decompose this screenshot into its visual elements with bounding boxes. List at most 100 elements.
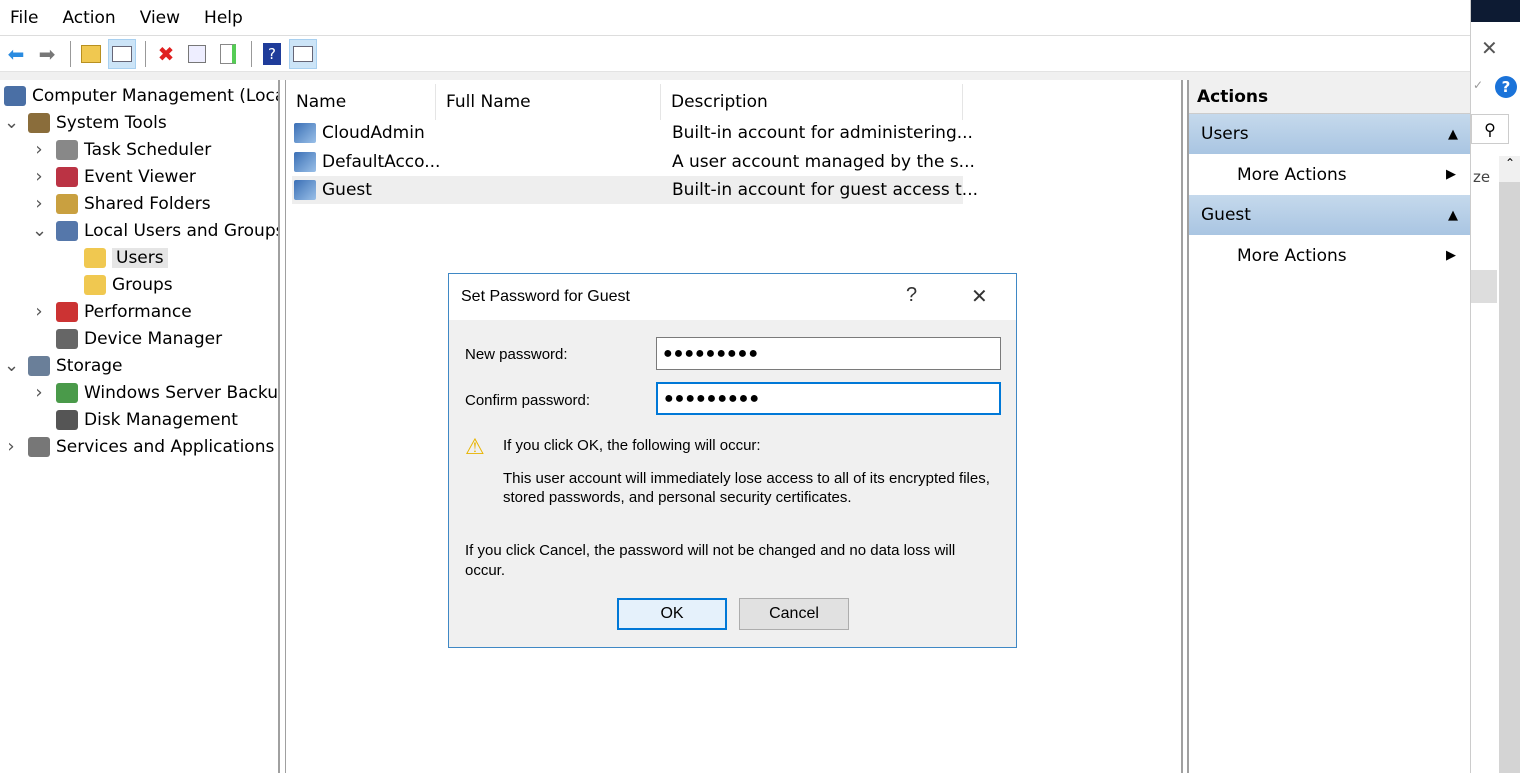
column-header-name[interactable]: Name (286, 84, 436, 120)
user-name: CloudAdmin (322, 123, 425, 143)
properties-icon[interactable] (183, 39, 211, 69)
tree-item-device-manager[interactable]: Device Manager (32, 325, 222, 352)
more-actions-users[interactable]: More Actions ▶ (1189, 154, 1470, 195)
tree-item-performance[interactable]: › Performance (32, 298, 191, 325)
user-icon (294, 152, 316, 172)
actions-title: Actions (1189, 80, 1470, 114)
chevron-right-icon[interactable]: › (32, 301, 46, 322)
menu-action[interactable]: Action (54, 8, 123, 28)
node-icon (56, 139, 78, 160)
checkmark-icon: ✓ (1473, 78, 1484, 92)
show-hide-action-pane-icon[interactable] (289, 38, 317, 69)
tree-item-windows-server-backup[interactable]: › Windows Server Backup (32, 379, 280, 406)
close-icon[interactable]: ✕ (1481, 36, 1498, 60)
search-icon[interactable]: ⚲ (1471, 114, 1509, 144)
node-icon (4, 85, 26, 106)
tree-item-task-scheduler[interactable]: › Task Scheduler (32, 136, 211, 163)
tree-item-label: Windows Server Backup (84, 382, 280, 403)
tree-item-groups[interactable]: Groups (60, 271, 173, 298)
chevron-down-icon[interactable]: ⌄ (32, 220, 47, 241)
node-icon (28, 436, 50, 457)
actions-section-guest[interactable]: Guest ▲ (1189, 195, 1470, 235)
user-name: Guest (322, 180, 372, 200)
new-password-label: New password: (465, 346, 568, 363)
user-icon (294, 180, 316, 200)
cancel-note: If you click Cancel, the password will n… (465, 542, 956, 579)
toolbar: ⬅ ➡ ✖ ? (0, 36, 1470, 72)
action-label: More Actions (1237, 164, 1347, 185)
user-description: Built-in account for administering... (672, 123, 973, 143)
more-actions-guest[interactable]: More Actions ▶ (1189, 235, 1470, 276)
tree-item-disk-management[interactable]: Disk Management (32, 406, 238, 433)
console-tree: Computer Management (Local ⌄ System Tools ›… (0, 80, 280, 773)
chevron-right-icon[interactable]: › (32, 193, 46, 214)
action-label: More Actions (1237, 245, 1347, 266)
chevron-down-icon[interactable]: ⌄ (4, 112, 19, 133)
menu-file[interactable]: File (2, 8, 46, 28)
actions-section-users[interactable]: Users ▲ (1189, 114, 1470, 154)
tree-item-label: Services and Applications (56, 436, 275, 457)
folder-icon (84, 247, 106, 268)
section-label: Guest (1201, 205, 1251, 225)
menu-help[interactable]: Help (196, 8, 251, 28)
chevron-right-icon[interactable]: › (32, 166, 46, 187)
menu-bar: File Action View Help (0, 0, 1470, 36)
tree-item-computer-management-local[interactable]: Computer Management (Local (4, 82, 280, 109)
tree-item-shared-folders[interactable]: › Shared Folders (32, 190, 211, 217)
node-icon (56, 301, 78, 322)
tree-item-services-and-applications[interactable]: › Services and Applications (4, 433, 274, 460)
list-row-defaultaccount[interactable]: DefaultAcco... A user account managed by… (292, 148, 975, 176)
dialog-close-button[interactable]: ✕ (971, 284, 988, 309)
tree-item-event-viewer[interactable]: › Event Viewer (32, 163, 196, 190)
tree-item-label: Shared Folders (84, 193, 211, 214)
user-description: A user account managed by the s... (672, 152, 975, 172)
tree-item-users[interactable]: Users (60, 244, 168, 271)
actions-pane: Actions Users ▲ More Actions ▶ Guest ▲ More… (1187, 80, 1470, 773)
confirm-password-input[interactable]: ●●●●●●●●● (656, 382, 1001, 415)
ok-button[interactable]: OK (617, 598, 727, 630)
chevron-down-icon[interactable]: ⌄ (4, 355, 19, 376)
forward-arrow-icon[interactable]: ➡ (33, 39, 61, 69)
submenu-arrow-icon: ▶ (1446, 248, 1456, 263)
cancel-button[interactable]: Cancel (739, 598, 849, 630)
new-password-input[interactable]: ●●●●●●●●● (656, 337, 1001, 370)
column-header-description[interactable]: Description (661, 84, 963, 120)
back-arrow-icon[interactable]: ⬅ (2, 39, 30, 69)
toolbar-separator (251, 40, 252, 67)
partial-text: ze (1473, 168, 1491, 186)
scroll-up-icon[interactable]: ⌃ (1499, 156, 1520, 182)
up-folder-icon[interactable] (77, 39, 105, 69)
warning-title: If you click OK, the following will occu… (503, 437, 761, 454)
warning-body: This user account will immediately lose … (503, 470, 990, 506)
dialog-title: Set Password for Guest (461, 288, 630, 305)
show-hide-console-tree-icon[interactable] (108, 38, 136, 69)
section-label: Users (1201, 124, 1249, 144)
node-icon (56, 193, 78, 214)
tree-item-local-users-and-groups[interactable]: ⌄ Local Users and Groups (32, 217, 278, 244)
help-icon[interactable]: ? (258, 39, 286, 69)
submenu-arrow-icon: ▶ (1446, 167, 1456, 182)
delete-icon[interactable]: ✖ (152, 39, 180, 69)
tree-item-system-tools[interactable]: ⌄ System Tools (4, 109, 167, 136)
tree-item-label: Device Manager (84, 328, 223, 349)
dialog-help-button[interactable]: ? (906, 284, 917, 307)
help-circle-icon[interactable]: ? (1495, 76, 1517, 98)
chevron-right-icon[interactable]: › (32, 382, 46, 403)
tree-item-storage[interactable]: ⌄ Storage (4, 352, 123, 379)
chevron-right-icon[interactable]: › (4, 436, 18, 457)
menu-view[interactable]: View (132, 8, 188, 28)
list-row-cloudadmin[interactable]: CloudAdmin Built-in account for administ… (292, 119, 973, 147)
collapse-triangle-icon[interactable]: ▲ (1448, 208, 1458, 223)
background-window-edge: ✕ ✓ ? ⚲ ze ⌃ (1470, 0, 1520, 773)
list-row-guest[interactable]: Guest Built-in account for guest access … (292, 176, 978, 204)
collapse-triangle-icon[interactable]: ▲ (1448, 127, 1458, 142)
chevron-right-icon[interactable]: › (32, 139, 46, 160)
scrollbar[interactable]: ⌃ (1499, 156, 1520, 773)
column-header-full-name[interactable]: Full Name (436, 84, 661, 120)
tree-item-label: Computer Management (Local (32, 85, 280, 106)
export-list-icon[interactable] (214, 39, 242, 69)
toolbar-divider (0, 72, 1470, 80)
toolbar-separator (70, 40, 71, 67)
background-list-item (1471, 270, 1497, 303)
node-icon (56, 166, 78, 187)
